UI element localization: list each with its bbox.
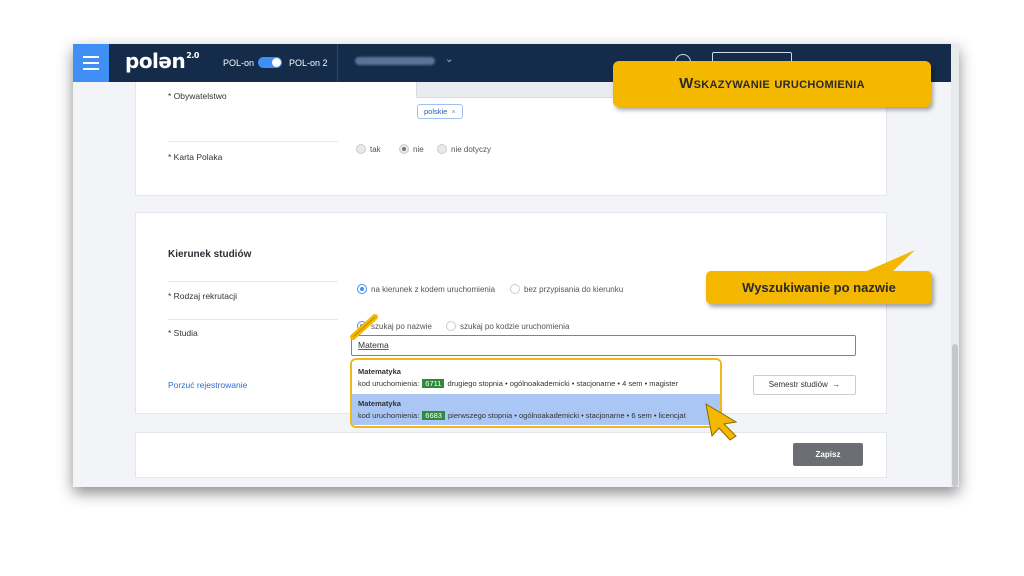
- search-by-name-callout: Wyszukiwanie po nazwie: [706, 271, 932, 304]
- search-by-code-radio[interactable]: szukaj po kodzie uruchomienia: [446, 321, 569, 331]
- karta-radio-nie[interactable]: nie: [399, 144, 424, 154]
- search-result-option-highlighted[interactable]: Matematyka kod uruchomienia: 6683 pierwsze…: [352, 394, 720, 425]
- divider: [168, 319, 338, 320]
- highlight-arrow-icon: [350, 314, 378, 340]
- close-icon[interactable]: ×: [451, 107, 455, 116]
- cursor-pointer-icon: [705, 402, 738, 441]
- studies-search-input[interactable]: Matema: [351, 335, 856, 356]
- arrow-right-icon: →: [832, 380, 841, 389]
- topbar-divider: [337, 44, 338, 82]
- hamburger-menu-button[interactable]: [73, 44, 109, 82]
- citizenship-label: * Obywatelstwo: [168, 91, 227, 101]
- section-title: Kierunek studiów: [168, 249, 252, 260]
- institution-selector-blurred[interactable]: [355, 57, 435, 65]
- code-badge: 6711: [422, 379, 445, 388]
- screenshot-stage: polən2.0 POL-on POL-on 2 ⌄ * Obywatelstw…: [0, 0, 1024, 576]
- citizenship-tag[interactable]: polskie ×: [417, 104, 463, 119]
- divider: [168, 281, 338, 282]
- toggle-label-polon2: POL-on 2: [289, 58, 328, 68]
- tutorial-title-callout: Wskazywanie uruchomienia: [613, 61, 931, 107]
- code-badge: 6683: [422, 411, 445, 420]
- search-results-dropdown: Matematyka kod uruchomienia: 6711 drugiego…: [350, 358, 722, 428]
- studies-label: * Studia: [168, 328, 198, 338]
- karta-radio-tak[interactable]: tak: [356, 144, 381, 154]
- abandon-registration-link[interactable]: Porzuć rejestrowanie: [168, 380, 247, 390]
- karta-radio-nie-dotyczy[interactable]: nie dotyczy: [437, 144, 491, 154]
- toggle-label-polon: POL-on: [223, 58, 255, 68]
- recruitment-label: * Rodzaj rekrutacji: [168, 291, 237, 301]
- actions-card: Zapisz: [135, 432, 887, 478]
- polon-logo: polən2.0: [125, 49, 199, 73]
- semester-button[interactable]: Semestr studiów →: [753, 375, 856, 395]
- version-toggle[interactable]: [258, 57, 282, 68]
- chevron-down-icon[interactable]: ⌄: [445, 54, 453, 65]
- save-button[interactable]: Zapisz: [793, 443, 863, 466]
- page-scrollbar[interactable]: [951, 44, 959, 487]
- divider: [168, 141, 338, 142]
- recruitment-radio-with-code[interactable]: na kierunek z kodem uruchomienia: [357, 284, 495, 294]
- recruitment-radio-without-field[interactable]: bez przypisania do kierunku: [510, 284, 623, 294]
- karta-polaka-label: * Karta Polaka: [168, 152, 223, 162]
- search-result-option[interactable]: Matematyka kod uruchomienia: 6711 drugiego…: [352, 362, 720, 393]
